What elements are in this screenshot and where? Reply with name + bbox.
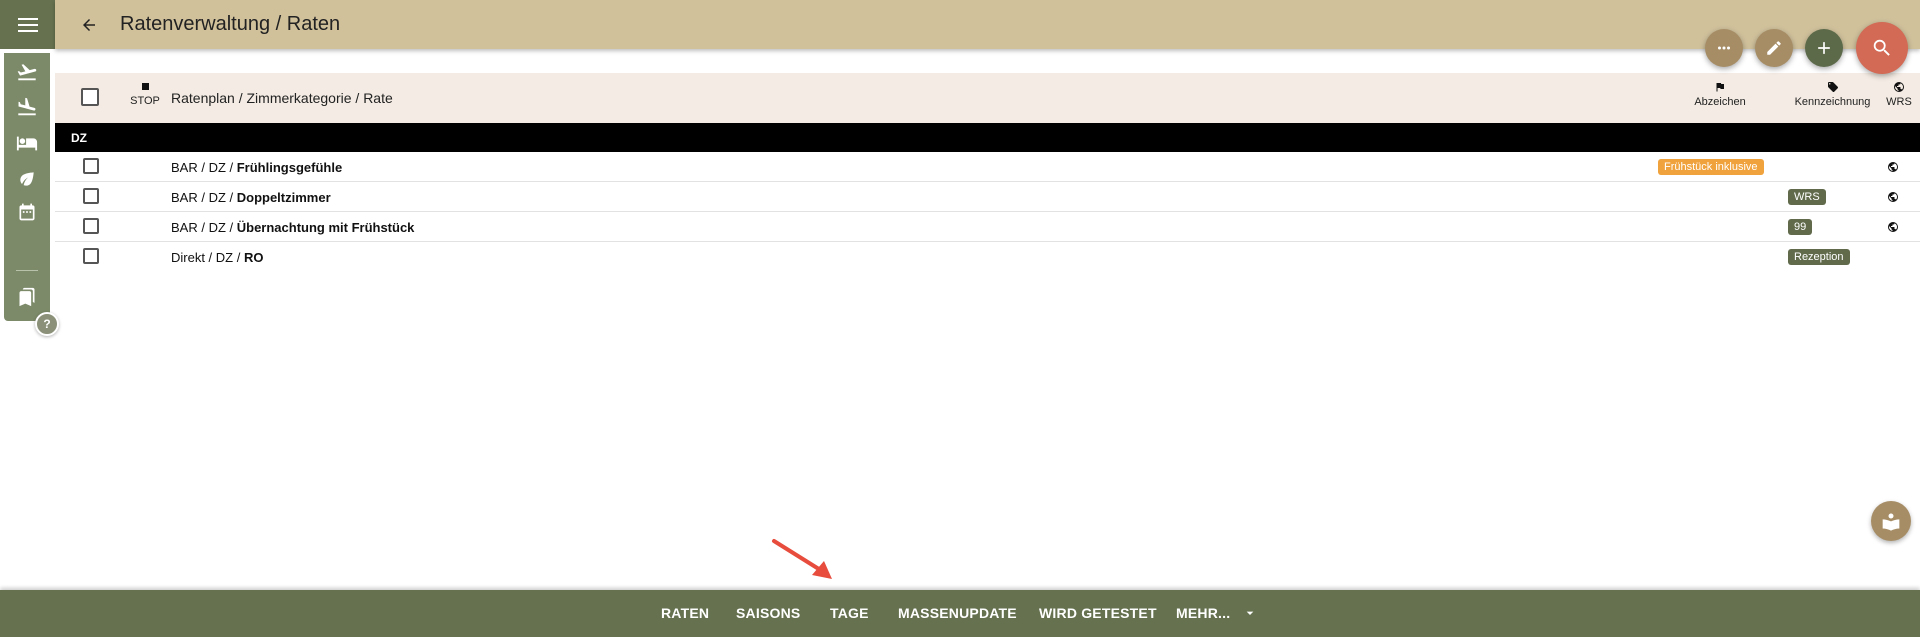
app-header: Ratenverwaltung / Raten: [55, 0, 1920, 49]
flag-icon: [1716, 83, 1724, 92]
more-button[interactable]: [1705, 29, 1743, 67]
globe-icon: [1888, 162, 1898, 172]
arrow-back-icon: [83, 18, 95, 31]
kennzeichnung-badge: Rezeption: [1788, 249, 1850, 265]
calendar-icon: [19, 203, 35, 221]
rate-path: Direkt / DZ / RO: [171, 250, 263, 265]
more-horiz-icon: [1718, 46, 1730, 50]
kennzeichnung-column-header[interactable]: Kennzeichnung: [1785, 81, 1880, 108]
flight-takeoff-icon: [17, 64, 37, 81]
tab-wird-getestet[interactable]: WIRD GETESTET: [1039, 605, 1157, 621]
row-checkbox[interactable]: [83, 188, 99, 204]
rate-prefix: BAR / DZ /: [171, 190, 237, 205]
tab-tage[interactable]: TAGE: [830, 605, 869, 621]
menu-button[interactable]: [0, 0, 55, 49]
manual-button[interactable]: [1871, 501, 1911, 541]
sidebar-item-eco[interactable]: [11, 163, 43, 195]
edit-button[interactable]: [1755, 29, 1793, 67]
table-row[interactable]: BAR / DZ / Übernachtung mit Frühstück 99: [55, 212, 1920, 242]
tab-saisons[interactable]: SAISONS: [736, 605, 800, 621]
rate-path: BAR / DZ / Übernachtung mit Frühstück: [171, 220, 414, 235]
chevron-down-icon: [1246, 611, 1254, 615]
rate-prefix: BAR / DZ /: [171, 160, 237, 175]
search-button[interactable]: [1856, 22, 1908, 74]
stop-label: STOP: [130, 95, 160, 107]
globe-icon: [1888, 192, 1898, 202]
table-row[interactable]: Direkt / DZ / RO Rezeption: [55, 242, 1920, 272]
tab-mehr[interactable]: MEHR...: [1176, 605, 1260, 621]
tab-raten[interactable]: RATEN: [661, 605, 709, 621]
tab-massenupdate[interactable]: MASSENUPDATE: [898, 605, 1017, 621]
bookmarks-icon: [19, 287, 35, 307]
rate-name: Übernachtung mit Frühstück: [236, 220, 415, 235]
bed-icon: [16, 136, 38, 151]
name-column-header[interactable]: Ratenplan / Zimmerkategorie / Rate: [171, 90, 393, 106]
row-checkbox[interactable]: [83, 158, 99, 174]
rate-prefix: BAR / DZ /: [171, 220, 237, 235]
wrs-column-header[interactable]: WRS: [1881, 81, 1917, 108]
sidebar-item-calendar[interactable]: [11, 196, 43, 228]
globe-icon: [1888, 222, 1898, 232]
rate-name: RO: [243, 250, 264, 265]
table-row[interactable]: BAR / DZ / Doppeltzimmer WRS: [55, 182, 1920, 212]
rates-table: STOP Ratenplan / Zimmerkategorie / Rate …: [55, 73, 1920, 272]
group-row-dz: DZ: [55, 123, 1920, 152]
kennzeichnung-badge: 99: [1788, 219, 1813, 235]
rate-prefix: Direkt / DZ /: [171, 250, 244, 265]
bottom-tab-bar: RATEN SAISONS TAGE MASSENUPDATE WIRD GET…: [0, 590, 1920, 637]
rate-path: BAR / DZ / Doppeltzimmer: [171, 190, 331, 205]
abzeichen-column-header[interactable]: Abzeichen: [1685, 81, 1755, 108]
back-button[interactable]: [71, 7, 107, 43]
abzeichen-label: Abzeichen: [1694, 96, 1746, 108]
search-icon: [1873, 39, 1890, 56]
sidebar-item-departures[interactable]: [11, 91, 43, 123]
abzeichen-badge: Frühstück inklusive: [1658, 159, 1764, 175]
help-icon[interactable]: ?: [35, 312, 59, 336]
globe-icon: [1894, 82, 1904, 92]
sidebar: [4, 53, 50, 321]
sidebar-item-rooms[interactable]: [11, 127, 43, 159]
tag-icon: [1827, 82, 1838, 93]
page-title: Ratenverwaltung / Raten: [120, 13, 341, 35]
pointer-arrow-icon: [772, 539, 832, 579]
sidebar-item-bookmarks[interactable]: [11, 281, 43, 313]
flight-land-icon: [18, 97, 36, 116]
row-checkbox[interactable]: [83, 218, 99, 234]
select-all-checkbox[interactable]: [81, 88, 99, 106]
table-row[interactable]: BAR / DZ / Frühlingsgefühle Frühstück in…: [55, 152, 1920, 182]
edit-icon: [1767, 41, 1781, 55]
add-icon: [1818, 42, 1830, 54]
leaf-icon: [20, 172, 34, 186]
sidebar-divider: [16, 270, 38, 271]
sidebar-item-arrivals[interactable]: [11, 56, 43, 88]
tab-mehr-label: MEHR...: [1176, 605, 1231, 621]
row-checkbox[interactable]: [83, 248, 99, 264]
table-header: STOP Ratenplan / Zimmerkategorie / Rate …: [55, 73, 1920, 123]
add-button[interactable]: [1805, 29, 1843, 67]
group-label: DZ: [71, 131, 87, 145]
stop-column-header[interactable]: STOP: [125, 83, 165, 107]
rate-name: Frühlingsgefühle: [236, 160, 343, 175]
rate-path: BAR / DZ / Frühlingsgefühle: [171, 160, 342, 175]
kennzeichnung-label: Kennzeichnung: [1794, 96, 1871, 108]
stop-icon: [141, 83, 149, 90]
wrs-label: WRS: [1886, 96, 1912, 108]
book-reader-icon: [1882, 513, 1900, 531]
menu-icon: [17, 17, 38, 32]
kennzeichnung-badge: WRS: [1788, 189, 1826, 205]
rate-name: Doppeltzimmer: [236, 190, 331, 205]
